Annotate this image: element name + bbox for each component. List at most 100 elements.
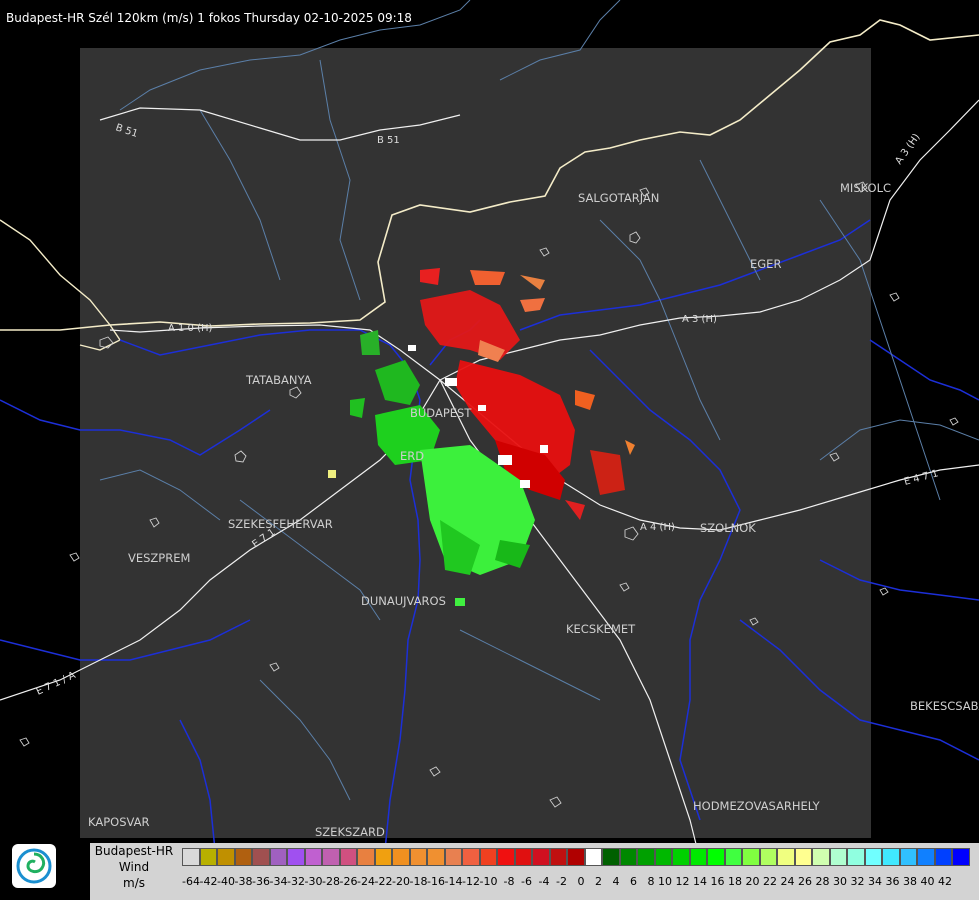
legend-tick-label: -38 — [234, 875, 253, 888]
road-label-b51-east: B 51 — [377, 135, 400, 146]
legend-swatch — [479, 848, 497, 866]
radar-map: SALGOTARJAN MISKOLC EGER TATABANYA BUDAP… — [0, 0, 979, 900]
radar-title: Budapest-HR Szél 120km (m/s) 1 fokos Thu… — [6, 11, 412, 25]
legend-swatch — [742, 848, 760, 866]
legend-tick-label: -28 — [322, 875, 340, 888]
place-budapest: BUDAPEST — [410, 406, 472, 420]
legend-swatch — [374, 848, 392, 866]
legend-tick-label: -30 — [304, 875, 323, 888]
legend-tick-label: -14 — [444, 875, 463, 888]
legend-tick-label: -32 — [287, 875, 305, 888]
road-label-e7x: E 7 1 / A — [35, 670, 78, 698]
legend-swatch — [934, 848, 952, 866]
legend-swatch — [637, 848, 655, 866]
legend-tick-label: 6 — [630, 875, 637, 888]
legend-swatch — [549, 848, 567, 866]
legend-swatch — [199, 848, 217, 866]
legend-swatch — [182, 848, 200, 866]
legend-tick-label: -10 — [479, 875, 498, 888]
legend-swatch — [514, 848, 532, 866]
legend-tick-label: 14 — [693, 875, 707, 888]
road-label-a1: A 1 0 (H) — [168, 323, 213, 334]
legend-tick-label: -40 — [217, 875, 235, 888]
legend-tick-label: -16 — [427, 875, 445, 888]
legend-tick-label: -20 — [392, 875, 410, 888]
legend-swatch — [672, 848, 690, 866]
legend-swatch — [409, 848, 427, 866]
legend-swatch — [217, 848, 235, 866]
legend-swatch — [689, 848, 707, 866]
legend-tick-label: 40 — [920, 875, 935, 888]
legend-tick-label: 10 — [658, 875, 672, 888]
legend-tick-label: -34 — [269, 875, 288, 888]
legend-swatches — [182, 848, 970, 866]
legend-tick-label: -18 — [409, 875, 428, 888]
legend-tick-label: -26 — [339, 875, 358, 888]
legend-label: Budapest-HR Wind m/s — [90, 843, 178, 900]
legend-swatch — [234, 848, 252, 866]
legend-tick-label: 4 — [612, 875, 620, 888]
legend-swatch — [392, 848, 410, 866]
legend-tick-label: 24 — [780, 875, 795, 888]
legend-quantity: Wind — [118, 860, 150, 874]
road-label-e471: E 4 7 1 — [903, 468, 940, 488]
legend-unit: m/s — [123, 876, 145, 890]
legend-swatch — [602, 848, 620, 866]
legend-tick-label: 32 — [850, 875, 865, 888]
legend-station: Budapest-HR — [94, 844, 174, 858]
swirl-logo-icon — [16, 848, 52, 884]
place-szekesfehervar: SZEKESFEHERVAR — [228, 517, 333, 531]
legend-swatch — [759, 848, 777, 866]
legend-tick-label: 36 — [885, 875, 900, 888]
place-szolnok: SZOLNOK — [700, 521, 756, 535]
legend-swatch — [462, 848, 480, 866]
legend-swatch — [794, 848, 812, 866]
legend-swatch — [322, 848, 340, 866]
legend-tick-label: 22 — [763, 875, 777, 888]
legend-swatch — [287, 848, 305, 866]
place-hodmezovasarhely: HODMEZOVASARHELY — [693, 799, 821, 813]
legend-swatch — [357, 848, 375, 866]
legend-swatch — [847, 848, 865, 866]
legend-tick-label: -24 — [357, 875, 375, 888]
legend-tick-label: 16 — [710, 875, 725, 888]
place-dunaujvaros: DUNAUJVAROS — [361, 594, 446, 608]
legend-swatch — [882, 848, 900, 866]
legend-ticks: -64 -42 -40 -38 -36 -34 -32 -30 -28 -26 -24 -22 -20-… — [182, 875, 952, 888]
legend-tick-label: 38 — [903, 875, 917, 888]
legend-swatch — [707, 848, 725, 866]
place-szekszard: SZEKSZARD — [315, 825, 385, 839]
place-miskolc: MISKOLC — [840, 181, 891, 195]
legend-tick-label: -22 — [374, 875, 393, 888]
place-bekescsaba: BEKESCSABA — [910, 699, 979, 713]
legend-swatch — [497, 848, 515, 866]
legend-tick-label: 12 — [675, 875, 690, 888]
legend-swatch — [567, 848, 585, 866]
place-kecskemet: KECSKEMET — [566, 622, 636, 636]
legend-tick-label: 8 — [647, 875, 655, 888]
legend-swatch — [584, 848, 602, 866]
legend-tick-label: 2 — [595, 875, 602, 888]
legend-swatch — [917, 848, 935, 866]
legend-tick-label: 0 — [577, 875, 585, 888]
place-salgotarjan: SALGOTARJAN — [578, 191, 659, 205]
legend-swatch — [864, 848, 882, 866]
legend-tick-label: -6 — [521, 875, 532, 888]
legend-tick-label: -12 — [462, 875, 480, 888]
legend-tick-label: 42 — [938, 875, 952, 888]
met-service-logo — [12, 844, 56, 888]
legend-tick-label: -64 — [182, 875, 200, 888]
legend-swatch — [812, 848, 830, 866]
legend-tick-label: 26 — [798, 875, 812, 888]
legend-swatch — [444, 848, 462, 866]
legend-tick-label: 28 — [815, 875, 830, 888]
legend-swatch — [724, 848, 742, 866]
legend-swatch — [619, 848, 637, 866]
legend-swatch — [304, 848, 322, 866]
legend-tick-label: -36 — [252, 875, 270, 888]
place-erd: ERD — [400, 449, 424, 463]
legend-swatch — [899, 848, 917, 866]
legend-swatch — [829, 848, 847, 866]
legend-tick-label: -42 — [199, 875, 218, 888]
legend-swatch — [252, 848, 270, 866]
